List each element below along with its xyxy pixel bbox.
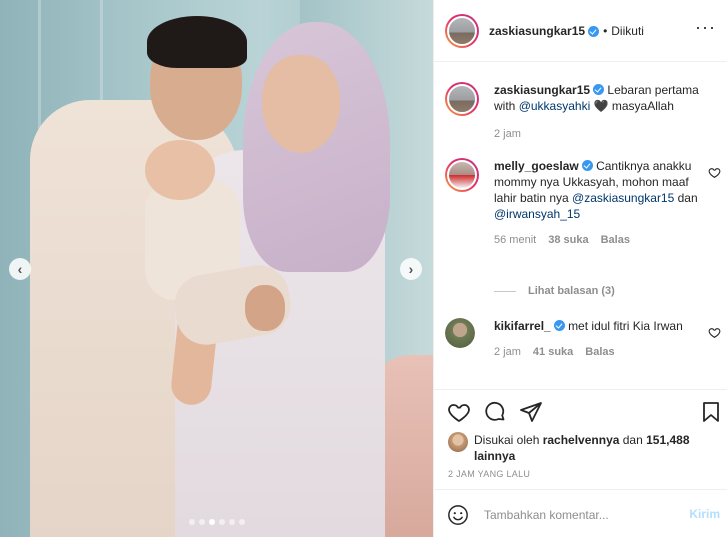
carousel-dot	[238, 519, 245, 525]
add-comment-bar: Kirim	[434, 489, 727, 537]
following-button[interactable]: Diikuti	[611, 24, 644, 38]
separator-dot: •	[603, 23, 608, 38]
verified-badge-icon	[593, 84, 605, 95]
comment-username[interactable]: melly_goeslaw	[494, 159, 579, 173]
carousel-dot	[218, 519, 225, 525]
chevron-left-icon: ‹	[17, 261, 23, 277]
like-comment-heart-icon[interactable]	[708, 166, 721, 179]
carousel-next-button[interactable]: ›	[400, 258, 422, 280]
comment-time: 56 menit	[494, 234, 537, 246]
post-header: zaskiasungkar15 • Diikuti ···	[434, 0, 727, 62]
comment-avatar[interactable]	[445, 158, 479, 192]
carousel-prev-button[interactable]: ‹	[9, 258, 31, 280]
carousel-dot	[198, 519, 205, 525]
comment-reply-button[interactable]: Balas	[601, 232, 630, 248]
post-actions: Disukai oleh rachelvennya dan 151,488 la…	[434, 389, 727, 489]
photo-woman-face	[262, 55, 340, 153]
photo-man-hair	[147, 16, 247, 68]
verified-badge-icon	[553, 320, 565, 331]
verified-badge-icon	[581, 160, 593, 171]
post-side-panel: zaskiasungkar15 • Diikuti ··· zaskiasung…	[433, 0, 727, 537]
carousel-dot	[208, 519, 215, 525]
heart-emoji: 🖤	[593, 99, 609, 113]
likes-prefix: Disukai oleh	[474, 433, 543, 447]
verified-badge-icon	[588, 26, 600, 37]
post-comment-button[interactable]: Kirim	[689, 507, 720, 521]
caption-mention[interactable]: @ukkasyahki	[519, 99, 591, 113]
save-bookmark-icon[interactable]	[699, 400, 723, 424]
comment-username[interactable]: kikifarrel_	[494, 319, 551, 333]
comment-input[interactable]	[484, 505, 674, 525]
caption-time: 2 jam	[494, 128, 521, 140]
view-replies-button[interactable]: Lihat balasan (3)	[494, 285, 615, 297]
liker-username[interactable]: rachelvennya	[543, 433, 620, 447]
liker-avatar[interactable]	[448, 432, 468, 452]
author-username[interactable]: zaskiasungkar15	[489, 24, 585, 38]
like-comment-heart-icon[interactable]	[708, 326, 721, 339]
emoji-smiley-icon[interactable]	[447, 504, 469, 526]
caption-text-after: masyaAllah	[608, 99, 674, 113]
author-avatar[interactable]	[445, 13, 479, 48]
comment-reply-button[interactable]: Balas	[585, 344, 614, 360]
comment-likes[interactable]: 41 suka	[533, 344, 573, 360]
comment-mention[interactable]: @irwansyah_15	[494, 207, 580, 221]
comments-list[interactable]: zaskiasungkar15 Lebaran pertama with @uk…	[434, 62, 727, 389]
comment-body-join: dan	[674, 191, 698, 205]
carousel-dot	[228, 519, 235, 525]
caption-username[interactable]: zaskiasungkar15	[494, 83, 590, 97]
view-replies-label: Lihat balasan (3)	[528, 285, 615, 297]
more-horizontal-icon[interactable]: ···	[695, 18, 716, 36]
caption-avatar[interactable]	[445, 82, 479, 116]
post-timestamp: 2 JAM YANG LALU	[448, 469, 531, 479]
post-photo-carousel[interactable]: ‹ ›	[0, 0, 433, 537]
likes-summary: Disukai oleh rachelvennya dan 151,488 la…	[448, 432, 718, 464]
photo-man-hand	[245, 285, 285, 331]
comment-bubble-icon[interactable]	[483, 400, 507, 424]
caption-text: zaskiasungkar15 Lebaran pertama with @uk…	[494, 82, 699, 142]
photo-baby-head	[145, 140, 215, 200]
comment-avatar[interactable]	[445, 318, 475, 348]
comment-body: met idul fitri Kia Irwan	[568, 319, 683, 333]
likes-middle: dan	[619, 433, 647, 447]
carousel-dots	[0, 519, 433, 525]
comment-text: kikifarrel_ met idul fitri Kia Irwan 2 j…	[494, 318, 699, 360]
comment-mention[interactable]: @zaskiasungkar15	[572, 191, 674, 205]
comment-likes[interactable]: 38 suka	[548, 232, 588, 248]
comment-time: 2 jam	[494, 346, 521, 358]
like-heart-icon[interactable]	[447, 400, 471, 424]
carousel-dot	[188, 519, 195, 525]
comment-text: melly_goeslaw Cantiknya anakku mommy nya…	[494, 158, 699, 248]
chevron-right-icon: ›	[408, 261, 414, 277]
share-paper-plane-icon[interactable]	[519, 400, 543, 424]
